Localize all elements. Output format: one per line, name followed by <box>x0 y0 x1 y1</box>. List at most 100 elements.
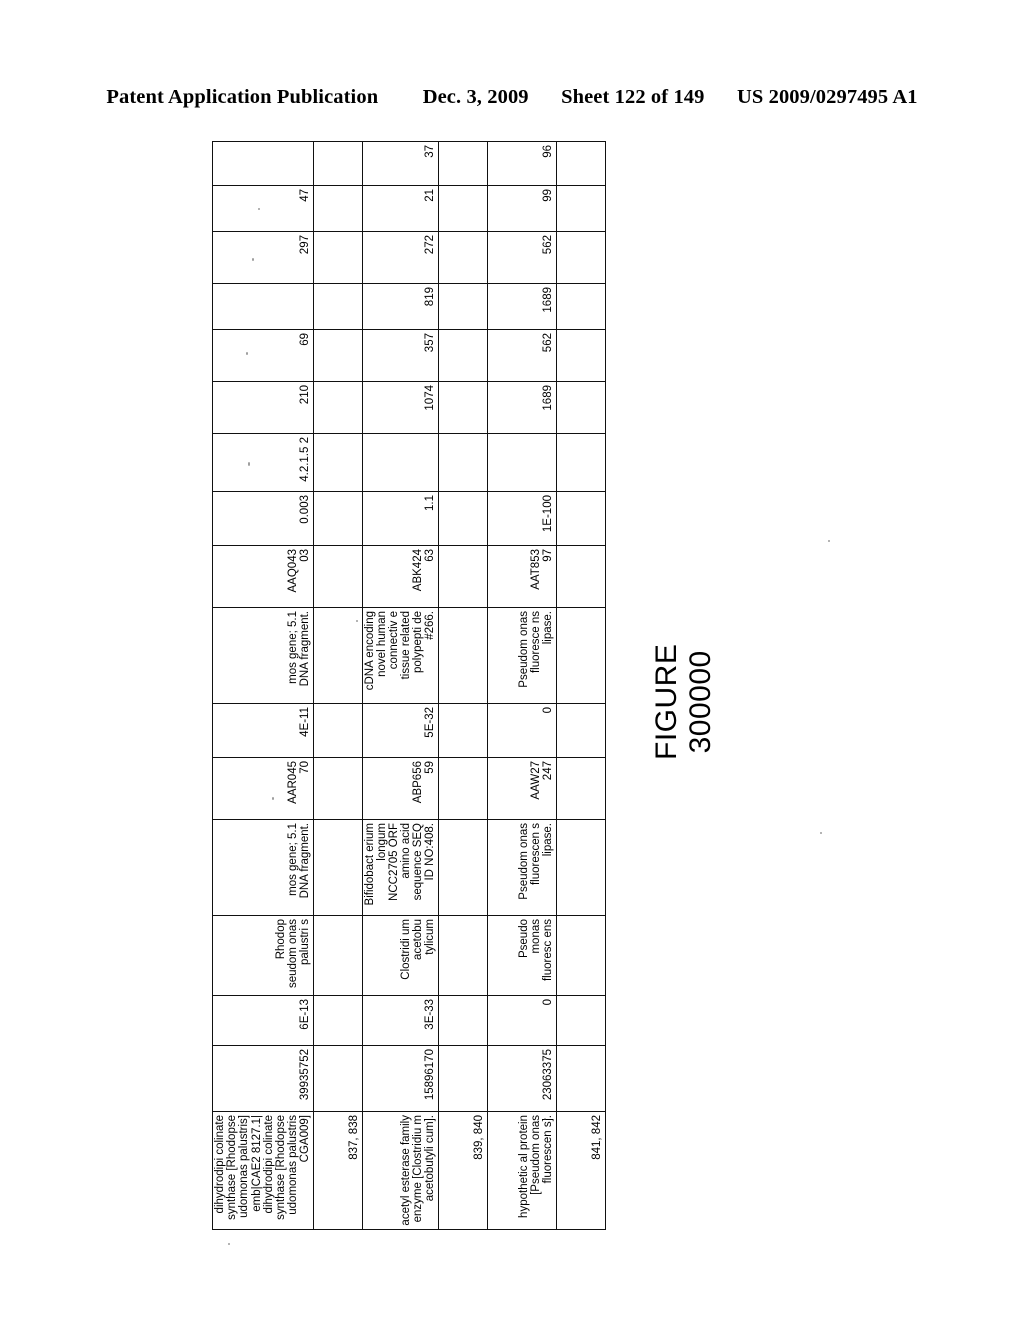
cell-accession-1: AAR045 70 <box>212 757 313 820</box>
figure-caption-line2: 300000 <box>684 650 718 754</box>
cell-spacer <box>556 283 606 330</box>
cell-num-6: 96 <box>487 141 557 186</box>
cell-num-2: 69 <box>212 329 313 382</box>
cell-description: dihydrodipi colinate synthase [Rhodopse … <box>212 1111 313 1230</box>
cell-spacer <box>438 283 488 330</box>
scan-speck <box>228 1243 230 1245</box>
cell-num-5: 47 <box>212 185 313 232</box>
cell-num-3: 819 <box>362 283 439 330</box>
figure-caption-line1: FIGURE <box>649 643 683 760</box>
cell-spacer <box>438 381 488 434</box>
cell-evalue-2: 0 <box>487 703 557 758</box>
cell-spacer <box>438 915 488 996</box>
cell-definition-2: mos gene; 5.1 DNA fragment. <box>212 607 313 704</box>
cell-evalue-1: 3E-33 <box>362 995 439 1046</box>
cell-num-3: 1689 <box>487 283 557 330</box>
cell-accession-2: ABK424 63 <box>362 545 439 608</box>
sequence-homology-table: dihydrodipi colinate synthase [Rhodopse … <box>212 141 606 1230</box>
cell-spacer <box>313 381 362 434</box>
cell-num-2: 562 <box>487 329 557 382</box>
cell-spacer <box>556 757 606 820</box>
cell-definition-1: Bifidobact erium longum NCC2705 ORF amin… <box>362 819 439 916</box>
cell-spacer <box>313 491 362 546</box>
cell-spacer <box>556 433 606 492</box>
sheet-number: Sheet 122 of 149 <box>561 86 705 108</box>
cell-num-6: 37 <box>362 141 439 186</box>
cell-evalue-1: 0 <box>487 995 557 1046</box>
cell-spacer <box>313 545 362 608</box>
scan-speck <box>246 352 248 355</box>
cell-spacer <box>313 433 362 492</box>
cell-num-4: 562 <box>487 231 557 284</box>
cell-spacer <box>438 329 488 382</box>
cell-spacer <box>556 915 606 996</box>
cell-spacer <box>313 703 362 758</box>
cell-spacer <box>556 607 606 704</box>
cell-definition-1: Pseudom onas fluorescen s lipase. <box>487 819 557 916</box>
cell-spacer <box>438 433 488 492</box>
cell-spacer <box>438 819 488 916</box>
cell-ec-number <box>362 433 439 492</box>
cell-organism-1: Rhodop seudom onas palustri s <box>212 915 313 996</box>
scan-speck <box>258 208 260 210</box>
cell-row-label: 841, 842 <box>556 1111 606 1230</box>
cell-spacer <box>438 491 488 546</box>
cell-spacer <box>556 1045 606 1112</box>
cell-organism-1: Clostridi um acetobu tylicum <box>362 915 439 996</box>
cell-num-6 <box>212 141 313 186</box>
cell-evalue-1: 6E-13 <box>212 995 313 1046</box>
cell-spacer <box>438 1045 488 1112</box>
cell-ec-number <box>487 433 557 492</box>
cell-row-label: 839, 840 <box>438 1111 488 1230</box>
cell-gi-number: 23063375 <box>487 1045 557 1112</box>
cell-spacer <box>556 381 606 434</box>
cell-spacer <box>313 185 362 232</box>
scan-speck <box>356 620 358 622</box>
patent-number: US 2009/0297495 A1 <box>736 86 918 108</box>
cell-spacer <box>438 703 488 758</box>
scan-speck <box>820 832 822 834</box>
cell-num-1: 210 <box>212 381 313 434</box>
table-row-label: 841, 842 <box>556 141 606 1230</box>
scan-speck <box>248 462 250 466</box>
cell-description: hypothetic al protein [Pseudom onas fluo… <box>487 1111 557 1230</box>
cell-num-5: 21 <box>362 185 439 232</box>
cell-num-1: 1689 <box>487 381 557 434</box>
cell-spacer <box>556 329 606 382</box>
cell-evalue-2: 5E-32 <box>362 703 439 758</box>
scan-speck <box>272 797 274 800</box>
cell-spacer <box>313 329 362 382</box>
cell-accession-2: AAQ043 03 <box>212 545 313 608</box>
cell-spacer <box>556 545 606 608</box>
cell-row-label: 837, 838 <box>313 1111 362 1230</box>
page-header: Patent Application Publication Dec. 3, 2… <box>0 86 1024 109</box>
cell-spacer <box>556 141 606 186</box>
cell-spacer <box>313 995 362 1046</box>
cell-spacer <box>438 607 488 704</box>
cell-spacer <box>313 1045 362 1112</box>
cell-spacer <box>313 607 362 704</box>
cell-evalue-2: 4E-11 <box>212 703 313 758</box>
cell-gi-number: 15896170 <box>362 1045 439 1112</box>
cell-spacer <box>556 185 606 232</box>
table-row: dihydrodipi colinate synthase [Rhodopse … <box>212 141 313 1230</box>
cell-definition-2: Pseudom onas fluoresce ns lipase. <box>487 607 557 704</box>
publication-title: Patent Application Publication <box>106 86 379 108</box>
cell-definition-2: cDNA encoding novel human connectiv e ti… <box>362 607 439 704</box>
figure-caption: FIGURE 300000 <box>650 644 720 760</box>
cell-num-3 <box>212 283 313 330</box>
cell-spacer <box>313 283 362 330</box>
cell-ec-number: 4.2.1.5 2 <box>212 433 313 492</box>
cell-spacer <box>313 819 362 916</box>
cell-num-4: 272 <box>362 231 439 284</box>
table-row: acetyl esterase family enzyme [Clostridi… <box>362 141 439 1230</box>
cell-spacer <box>438 757 488 820</box>
cell-spacer <box>556 819 606 916</box>
cell-spacer <box>556 491 606 546</box>
cell-score: 0.003 <box>212 491 313 546</box>
scan-speck <box>252 258 254 261</box>
cell-spacer <box>438 185 488 232</box>
cell-spacer <box>556 231 606 284</box>
cell-spacer <box>313 141 362 186</box>
cell-organism-1: Pseudo monas fluoresc ens <box>487 915 557 996</box>
